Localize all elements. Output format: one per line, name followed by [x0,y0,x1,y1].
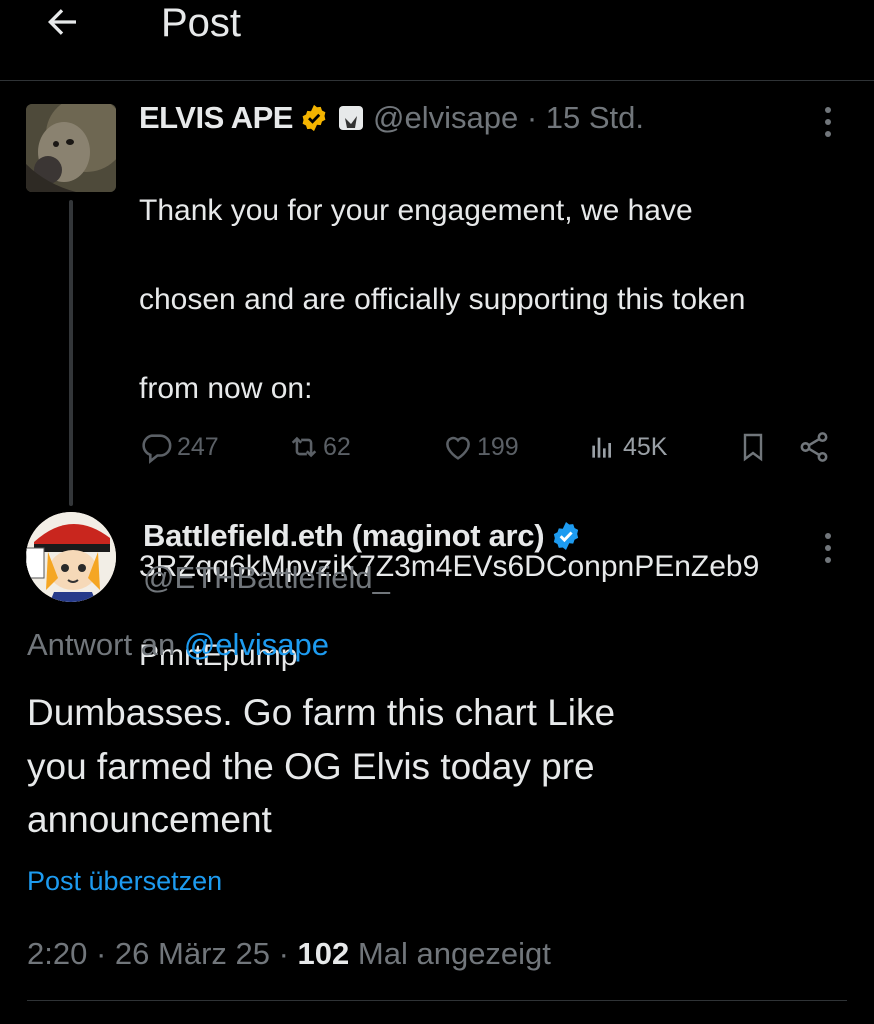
analytics-icon [592,437,611,458]
reply-count: 247 [177,432,219,461]
views-label: Mal angezeigt [357,936,551,971]
arrow-left-icon [48,9,76,35]
dot-separator: · [518,100,546,135]
gold-verified-icon [302,104,326,132]
text-line: Thank you for your engagement, we have [139,193,693,227]
text-line: Dumbasses. Go farm this chart Like [27,692,616,733]
heart-icon [446,436,470,460]
reply-author-name-text: Battlefield.eth (maginot arc) [143,518,545,553]
replying-to: Antwort an @elvisape [27,624,329,666]
text-line: chosen and are officially supporting thi… [139,282,746,316]
post-date[interactable]: 26 März 25 [115,936,270,971]
post-time[interactable]: 2:20 [27,936,87,971]
more-vertical-icon [825,533,831,563]
blue-verified-icon [554,522,579,550]
action-bar: 247 62 199 45K [139,425,839,469]
page-title: Post [161,1,242,45]
reply-button[interactable]: 247 [139,425,219,469]
reply-prefix: Antwort an [27,627,184,662]
views-count: 45K [623,432,668,461]
thread-line [69,200,73,506]
more-options-button[interactable] [812,104,844,140]
baboon-avatar-image [26,104,116,192]
bookmark-icon [743,433,763,462]
back-button[interactable] [40,0,84,44]
reply-author-name[interactable]: Battlefield.eth (maginot arc) [143,516,582,556]
bookmark-button[interactable] [737,425,769,469]
more-options-button-reply[interactable] [812,530,844,566]
reply-text: Dumbasses. Go farm this chart Like you f… [27,686,827,847]
tweet-header: ELVIS APE @elvisape · 15 Std. [139,100,859,136]
text-line: from now on: [139,371,313,405]
views-number: 102 [297,936,350,971]
repost-count: 62 [323,432,351,461]
cartoon-avatar-image [26,512,116,602]
divider [27,1000,847,1001]
like-count: 199 [477,432,519,461]
views-button[interactable]: 45K [587,425,667,469]
avatar-elvisape[interactable] [26,104,116,192]
like-button[interactable]: 199 [441,425,519,469]
avatar-ethbattlefield[interactable] [26,512,116,602]
post-time[interactable]: 15 Std. [546,100,644,136]
repost-button[interactable]: 62 [287,425,351,469]
more-vertical-icon [825,107,831,137]
author-name[interactable]: ELVIS APE [139,100,293,136]
reply-author-handle[interactable]: @ETHBattlefield_ [143,558,390,598]
affiliate-badge-icon [338,106,363,130]
reply-icon [142,434,172,464]
dot-separator: · [269,936,298,971]
text-line: you farmed the OG Elvis today pre [27,745,595,787]
dot-separator: · [87,936,115,971]
text-line: announcement [27,799,272,840]
top-bar: Post [0,0,874,81]
reply-to-handle-link[interactable]: @elvisape [184,627,329,662]
translate-post-link[interactable]: Post übersetzen [27,862,222,900]
share-button[interactable] [797,425,831,469]
post-meta: 2:20 · 26 März 25 · 102 Mal angezeigt [27,932,551,976]
share-icon [800,432,828,462]
repost-icon [291,436,317,458]
author-handle[interactable]: @elvisape [373,100,518,136]
